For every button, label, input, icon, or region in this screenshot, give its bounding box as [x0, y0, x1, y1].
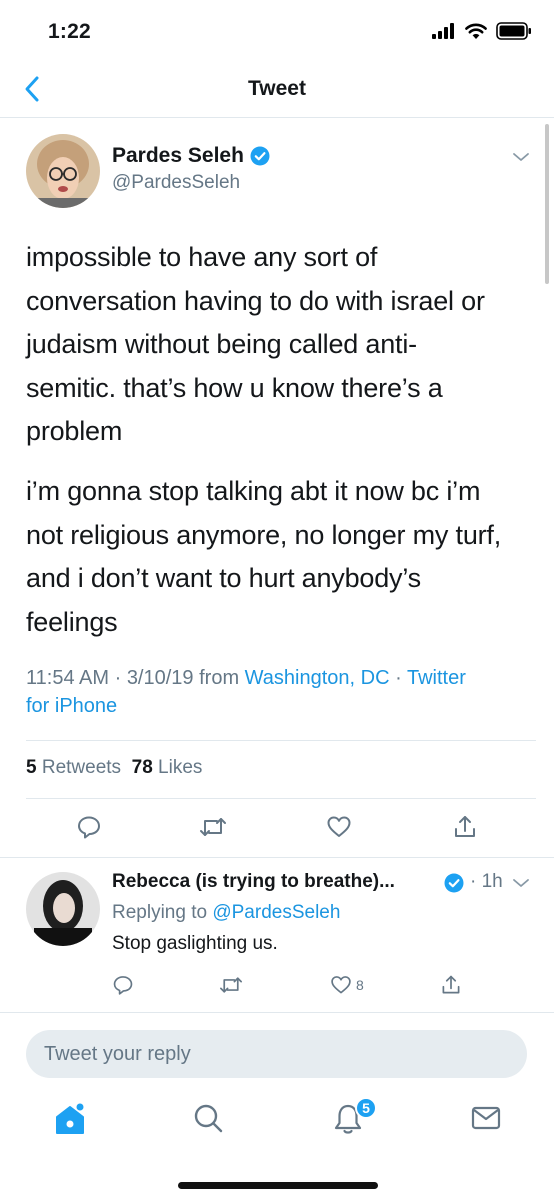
- verified-badge-icon: [444, 873, 464, 893]
- chevron-down-icon: [513, 153, 529, 161]
- wifi-icon: [465, 23, 487, 39]
- tweet-line: feelings: [26, 606, 118, 637]
- share-icon: [442, 975, 460, 994]
- tweet-options-button[interactable]: [512, 150, 530, 168]
- reply-author-avatar[interactable]: [26, 872, 100, 946]
- scroll-indicator[interactable]: [545, 124, 549, 284]
- replying-to-label: Replying to: [112, 902, 208, 923]
- author-handle[interactable]: @PardesSeleh: [112, 172, 240, 194]
- reply-icon: [78, 816, 100, 839]
- share-icon: [455, 816, 475, 837]
- reply-icon: [113, 976, 133, 995]
- divider: [0, 857, 554, 858]
- source-link[interactable]: Twitter: [407, 667, 466, 689]
- cellular-signal-icon: [432, 23, 454, 39]
- tweet-line: impossible to have any sort of: [26, 242, 378, 272]
- tweet-line: not religious anymore, no longer my turf…: [26, 519, 502, 550]
- tweet-line: problem: [26, 416, 123, 446]
- verified-badge-icon: [250, 146, 270, 166]
- tab-messages[interactable]: [470, 1102, 502, 1139]
- tweet-line: judaism without being called anti-: [26, 329, 417, 359]
- tweet-paragraph-2: i’m gonna stop talking abt it now bc i’m…: [26, 470, 526, 644]
- status-time: 1:22: [48, 20, 91, 43]
- reply-options-button[interactable]: [512, 876, 530, 894]
- retweet-button[interactable]: [198, 814, 228, 840]
- likes-stat[interactable]: 78 Likes: [132, 757, 203, 778]
- page-title: Tweet: [248, 77, 306, 100]
- author-avatar[interactable]: [26, 134, 100, 208]
- metadata-line-2: for iPhone: [26, 692, 526, 720]
- replying-to-handle[interactable]: @PardesSeleh: [212, 902, 340, 923]
- reply-button[interactable]: [76, 814, 102, 840]
- reply-share-button[interactable]: [440, 974, 462, 996]
- tweet-paragraph-1: impossible to have any sort of conversat…: [26, 236, 526, 454]
- retweet-icon: [220, 977, 242, 993]
- tweet-metadata: 11:54 AM · 3/10/19 from Washington, DC ·…: [26, 664, 526, 720]
- reply-text: Stop gaslighting us.: [112, 933, 278, 954]
- compose-placeholder: Tweet your reply: [44, 1042, 191, 1065]
- home-icon: [56, 1103, 84, 1134]
- source-link-continued[interactable]: for iPhone: [26, 695, 117, 717]
- tweet-time: 11:54 AM: [26, 667, 110, 689]
- tweet-line: semitic. that’s how u know there’s a: [26, 372, 443, 403]
- status-icons: [432, 22, 532, 40]
- tweet-line: i’m gonna stop talking abt it now bc i’m: [26, 476, 481, 506]
- divider: [26, 798, 536, 799]
- engagement-stats: 5 Retweets 78 Likes: [26, 757, 202, 779]
- share-button[interactable]: [452, 814, 478, 840]
- retweet-icon: [200, 818, 226, 836]
- search-icon: [194, 1104, 223, 1133]
- author-name-text: Pardes Seleh: [112, 144, 244, 167]
- tweet-date: 3/10/19: [126, 667, 194, 689]
- divider: [0, 1012, 554, 1013]
- metadata-line-1: 11:54 AM · 3/10/19 from Washington, DC ·…: [26, 667, 466, 689]
- from-label: from: [199, 667, 240, 689]
- reply-timestamp: · 1h: [470, 871, 503, 892]
- status-bar: 1:22: [0, 0, 554, 64]
- tab-search[interactable]: [192, 1102, 224, 1139]
- like-label: Likes: [158, 757, 203, 778]
- divider: [26, 740, 536, 741]
- reply-compose-input[interactable]: Tweet your reply: [26, 1030, 527, 1078]
- retweet-label: Retweets: [41, 757, 122, 778]
- location-link[interactable]: Washington, DC: [245, 667, 390, 689]
- retweets-stat[interactable]: 5 Retweets: [26, 757, 121, 778]
- like-count: 78: [131, 757, 153, 778]
- tweet-line: and i don’t want to hurt anybody’s: [26, 563, 421, 593]
- heart-icon: [331, 976, 351, 994]
- reply-reply-button[interactable]: [112, 974, 134, 996]
- reply-time-value: 1h: [481, 871, 503, 892]
- reply-author-name[interactable]: Rebecca (is trying to breathe)...: [112, 871, 395, 893]
- nav-bar: Tweet: [0, 64, 554, 118]
- chevron-down-icon: [513, 879, 529, 887]
- tab-bar: [0, 1088, 554, 1158]
- author-name[interactable]: Pardes Seleh: [112, 144, 270, 168]
- retweet-count: 5: [26, 757, 37, 778]
- notification-badge: 5: [355, 1097, 377, 1119]
- mail-icon: [471, 1106, 501, 1130]
- home-indicator[interactable]: [178, 1182, 378, 1189]
- battery-icon: [496, 22, 531, 40]
- like-button[interactable]: [326, 814, 352, 840]
- tweet-line: conversation having to do with israel or: [26, 285, 485, 316]
- replying-to: Replying to @PardesSeleh: [112, 902, 340, 924]
- reply-like-button[interactable]: 8: [330, 974, 364, 996]
- tab-home[interactable]: [54, 1102, 86, 1141]
- heart-icon: [327, 816, 351, 837]
- reply-like-count: 8: [356, 977, 364, 993]
- reply-retweet-button[interactable]: [218, 974, 244, 996]
